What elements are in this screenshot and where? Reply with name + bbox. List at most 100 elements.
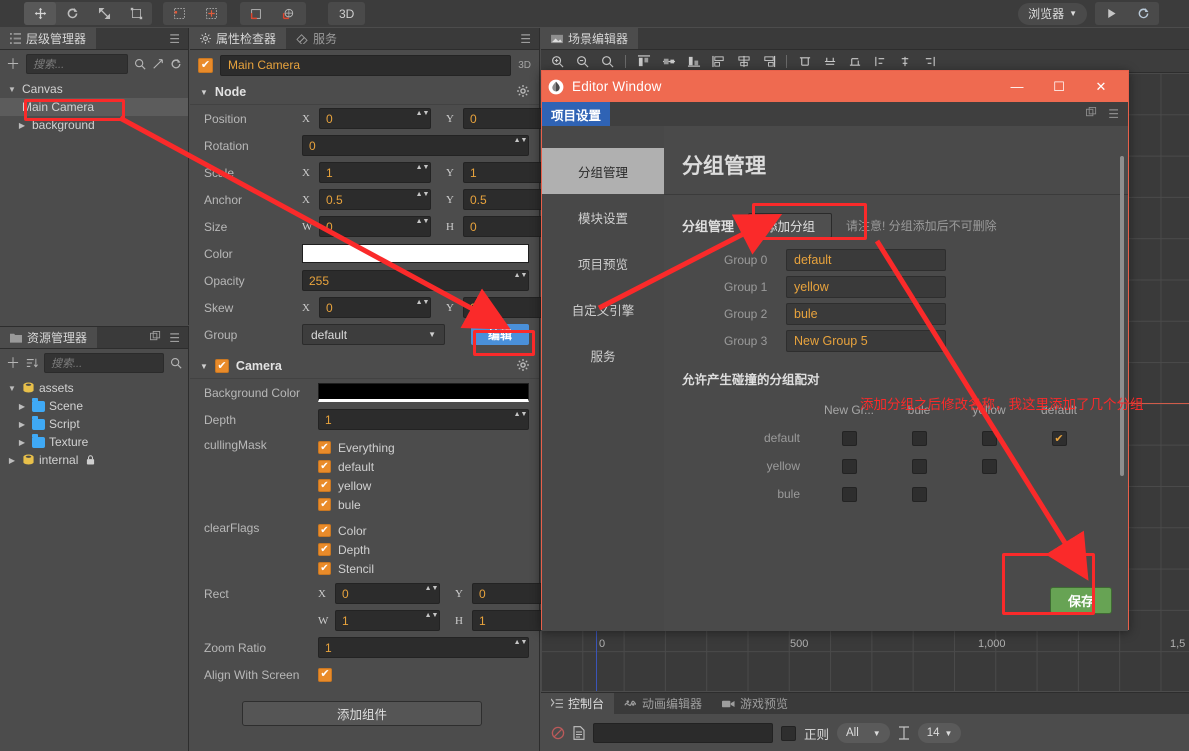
- gear-icon[interactable]: [517, 84, 529, 100]
- rect-w-input[interactable]: 1 ▲▼: [335, 610, 440, 631]
- chevron-down-icon[interactable]: ▼: [6, 384, 18, 393]
- matrix-checkbox[interactable]: [911, 430, 927, 446]
- align-left-icon[interactable]: [707, 51, 730, 71]
- play-icon[interactable]: [1095, 2, 1127, 25]
- stepper-icon[interactable]: ▲▼: [425, 585, 439, 602]
- group-edit-button[interactable]: 编辑: [471, 324, 529, 345]
- zoom-out-icon[interactable]: [571, 51, 594, 71]
- scale-x-input[interactable]: 1 ▲▼: [319, 162, 431, 183]
- gear-icon[interactable]: [517, 358, 529, 374]
- add-group-button[interactable]: 添加分组: [748, 213, 833, 238]
- chevron-right-icon[interactable]: ▶: [16, 420, 28, 429]
- stepper-icon[interactable]: ▲▼: [416, 191, 430, 208]
- search-icon[interactable]: [170, 357, 182, 369]
- add-node-icon[interactable]: ＋: [6, 54, 20, 74]
- tab-animation-editor[interactable]: 动画编辑器: [614, 693, 712, 714]
- matrix-checkbox[interactable]: [911, 458, 927, 474]
- clear-flag-item-depth[interactable]: Depth: [318, 541, 374, 558]
- color-swatch[interactable]: [302, 244, 529, 263]
- rect-x-input[interactable]: 0 ▲▼: [335, 583, 440, 604]
- zoom-ratio-input[interactable]: 1 ▲▼: [318, 637, 529, 658]
- distribute-middle-icon[interactable]: [818, 51, 841, 71]
- tab-services[interactable]: 服务: [286, 28, 348, 49]
- distribute-center-v-icon[interactable]: [893, 51, 916, 71]
- matrix-checkbox[interactable]: [1051, 430, 1067, 446]
- browser-dropdown[interactable]: 浏览器 ▼: [1018, 2, 1087, 25]
- stepper-icon[interactable]: ▲▼: [514, 639, 528, 656]
- assets-menu-icon[interactable]: ☰: [169, 331, 180, 345]
- chevron-right-icon[interactable]: ▶: [16, 121, 28, 130]
- sidebar-item-project-preview[interactable]: 项目预览: [542, 240, 664, 286]
- distribute-right-icon[interactable]: [918, 51, 941, 71]
- locate-icon[interactable]: [152, 58, 164, 70]
- sidebar-item-services[interactable]: 服务: [542, 332, 664, 378]
- group-dropdown[interactable]: default ▼: [302, 324, 445, 345]
- tree-item-background[interactable]: ▶ background: [0, 116, 188, 134]
- align-right-icon[interactable]: [757, 51, 780, 71]
- hierarchy-menu-icon[interactable]: ☰: [169, 32, 180, 46]
- refresh-icon[interactable]: [170, 58, 182, 70]
- anchor-x-input[interactable]: 0.5 ▲▼: [319, 189, 431, 210]
- chevron-right-icon[interactable]: ▶: [16, 402, 28, 411]
- checkbox[interactable]: [318, 479, 331, 492]
- distribute-left-icon[interactable]: [868, 51, 891, 71]
- save-button[interactable]: 保存: [1050, 587, 1112, 614]
- camera-section-header[interactable]: ▼ Camera: [190, 354, 539, 379]
- tree-item-canvas[interactable]: ▼ Canvas: [0, 80, 188, 98]
- tab-game-preview[interactable]: 游戏预览: [712, 693, 798, 714]
- dialog-titlebar[interactable]: Editor Window — ☐ ✕: [542, 71, 1128, 102]
- camera-enabled-checkbox[interactable]: [214, 359, 229, 373]
- align-middle-icon[interactable]: [657, 51, 680, 71]
- node-section-header[interactable]: ▼ Node: [190, 80, 539, 105]
- add-asset-icon[interactable]: ＋: [6, 353, 20, 373]
- stepper-icon[interactable]: ▲▼: [514, 411, 528, 428]
- distribute-top-icon[interactable]: [793, 51, 816, 71]
- stepper-icon[interactable]: ▲▼: [425, 612, 439, 629]
- matrix-checkbox[interactable]: [841, 486, 857, 502]
- tab-hierarchy[interactable]: 层级管理器: [0, 28, 97, 49]
- culling-mask-item-default[interactable]: default: [318, 458, 395, 475]
- stepper-icon[interactable]: ▲▼: [416, 164, 430, 181]
- pivot-tool-icon[interactable]: [195, 2, 227, 25]
- mode-3d-button[interactable]: 3D: [328, 2, 366, 25]
- sort-icon[interactable]: [26, 357, 38, 369]
- minimize-icon[interactable]: —: [996, 71, 1038, 102]
- maximize-icon[interactable]: ☐: [1038, 71, 1080, 102]
- tab-assets[interactable]: 资源管理器: [0, 327, 98, 348]
- align-with-screen-checkbox[interactable]: [318, 667, 332, 682]
- asset-item-internal[interactable]: ▶ internal: [0, 451, 188, 469]
- asset-item-texture[interactable]: ▶ Texture: [0, 433, 188, 451]
- scale-tool-icon[interactable]: [88, 2, 120, 25]
- close-icon[interactable]: ✕: [1080, 71, 1122, 102]
- regex-checkbox[interactable]: [781, 725, 796, 741]
- log-file-icon[interactable]: [573, 726, 585, 740]
- culling-mask-item-bule[interactable]: bule: [318, 496, 395, 513]
- log-level-dropdown[interactable]: All ▼: [837, 723, 890, 743]
- assets-search-input[interactable]: 搜索...: [44, 353, 164, 373]
- chevron-right-icon[interactable]: ▶: [16, 438, 28, 447]
- checkbox[interactable]: [318, 543, 331, 556]
- move-tool-icon[interactable]: [24, 2, 56, 25]
- checkbox[interactable]: [318, 498, 331, 511]
- dialog-menu-icon[interactable]: ☰: [1108, 107, 1119, 121]
- stepper-icon[interactable]: ▲▼: [416, 110, 430, 127]
- asset-item-script[interactable]: ▶ Script: [0, 415, 188, 433]
- size-w-input[interactable]: 0 ▲▼: [319, 216, 431, 237]
- node-enabled-checkbox[interactable]: [198, 57, 213, 73]
- tab-console[interactable]: 控制台: [541, 693, 615, 714]
- global-coord-tool-icon[interactable]: [272, 2, 304, 25]
- checkbox[interactable]: [318, 524, 331, 537]
- group-3-input[interactable]: New Group 5: [786, 330, 946, 352]
- matrix-checkbox[interactable]: [911, 486, 927, 502]
- sidebar-item-group-management[interactable]: 分组管理: [542, 148, 664, 194]
- clear-flag-item-color[interactable]: Color: [318, 522, 374, 539]
- font-size-dropdown[interactable]: 14 ▼: [917, 723, 962, 743]
- stepper-icon[interactable]: ▲▼: [416, 299, 430, 316]
- matrix-checkbox[interactable]: [841, 430, 857, 446]
- group-1-input[interactable]: yellow: [786, 276, 946, 298]
- asset-item-assets[interactable]: ▼ assets: [0, 379, 188, 397]
- search-icon[interactable]: [134, 58, 146, 70]
- chevron-down-icon[interactable]: ▼: [6, 85, 18, 94]
- hierarchy-search-input[interactable]: 搜索...: [26, 54, 128, 74]
- matrix-checkbox[interactable]: [841, 458, 857, 474]
